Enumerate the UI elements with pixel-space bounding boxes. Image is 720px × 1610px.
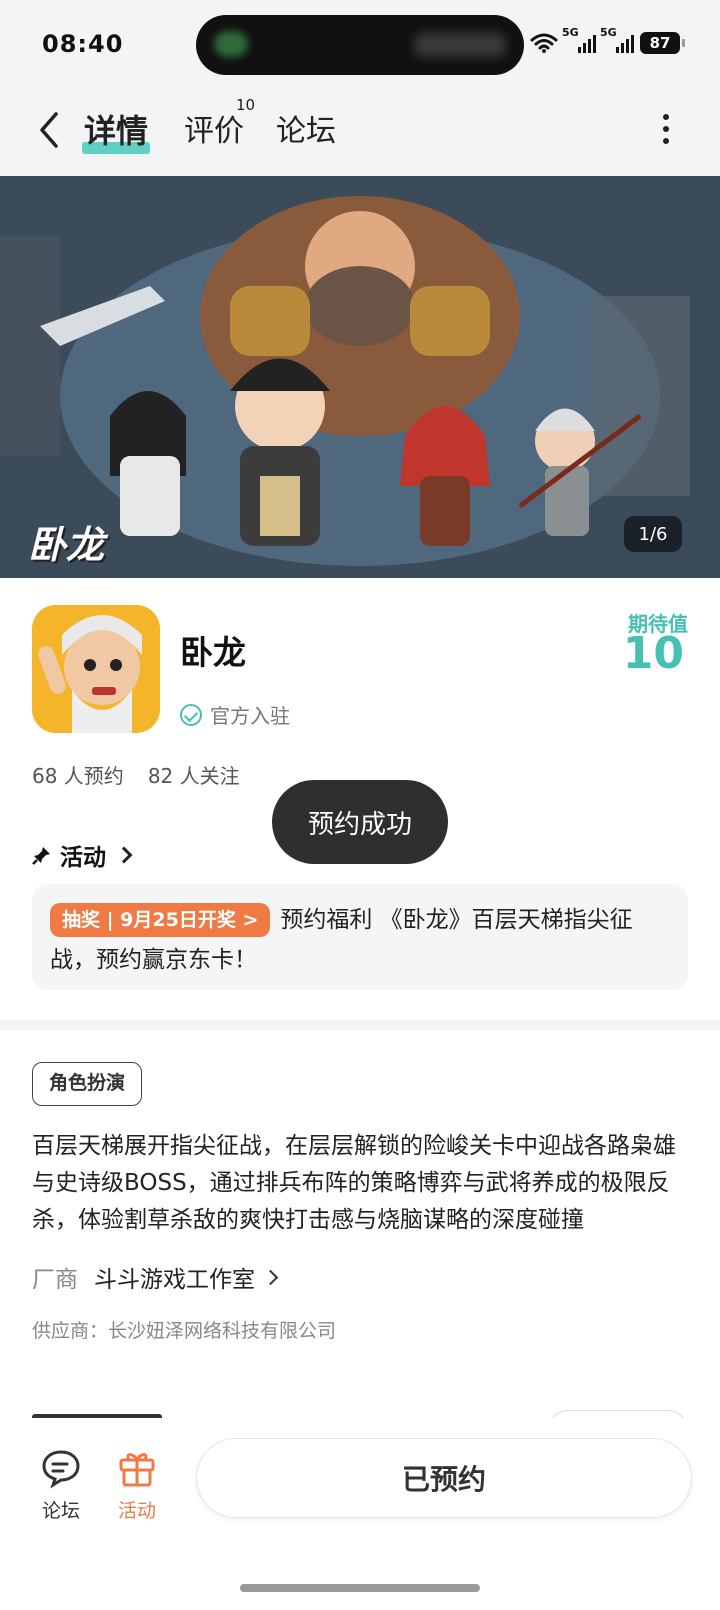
app-icon	[32, 605, 160, 733]
activity-section-header[interactable]: 活动	[32, 838, 133, 872]
reserved-button[interactable]: 已预约	[196, 1438, 692, 1518]
expectation-value: 10	[622, 628, 684, 679]
section-divider	[0, 1020, 720, 1030]
bottom-action-bar: 论坛 活动 已预约	[0, 1418, 720, 1610]
app-icon-art	[32, 605, 160, 733]
island-text	[414, 33, 506, 57]
game-detail-page: 08:40 5G 5G 87 详情 评价 10 论坛 卧龙 1/6 卧龙 官方入…	[0, 0, 720, 1610]
more-options-icon[interactable]	[662, 114, 670, 144]
hero-banner[interactable]: 卧龙 1/6	[0, 176, 720, 578]
lottery-badge: 抽奖 | 9月25日开奖 >	[50, 903, 271, 937]
vendor-row[interactable]: 厂商 斗斗游戏工作室	[32, 1260, 279, 1294]
forum-chat-icon	[42, 1450, 80, 1489]
tab-forum[interactable]: 论坛	[276, 106, 336, 150]
wifi-icon	[530, 33, 558, 53]
supplier-info: 供应商：长沙妞泽网络科技有限公司	[32, 1320, 337, 1342]
review-count: 10	[236, 96, 256, 114]
back-arrow-icon[interactable]	[34, 108, 64, 152]
cell-signal-1-icon: 5G	[562, 26, 596, 53]
gift-icon	[119, 1453, 155, 1487]
home-indicator[interactable]	[240, 1584, 480, 1592]
official-badge: 官方入驻	[180, 700, 290, 729]
pin-icon	[32, 847, 50, 865]
genre-tag[interactable]: 角色扮演	[32, 1062, 143, 1106]
battery-icon: 87	[640, 32, 685, 54]
status-bar: 08:40 5G 5G 87	[0, 0, 720, 88]
banner-artwork	[0, 176, 720, 578]
check-circle-icon	[180, 703, 202, 726]
reservation-count: 68 人预约	[32, 764, 124, 788]
island-app-icon	[214, 31, 248, 57]
bottom-forum-button[interactable]: 论坛	[26, 1446, 96, 1523]
banner-game-logo: 卧龙	[28, 522, 105, 567]
tab-reviews[interactable]: 评价 10	[184, 96, 255, 150]
follower-count: 82 人关注	[147, 764, 240, 788]
chevron-right-icon	[115, 846, 133, 864]
status-time: 08:40	[42, 30, 124, 58]
reservation-stats: 68 人预约 82 人关注	[32, 760, 240, 789]
dynamic-island	[196, 15, 524, 75]
vendor-label: 厂商	[32, 1267, 78, 1293]
activity-card[interactable]: 抽奖 | 9月25日开奖 > 预约福利 《卧龙》百层天梯指尖征战，预约赢京东卡！	[32, 884, 688, 990]
bottom-activity-button[interactable]: 活动	[102, 1446, 172, 1523]
top-nav: 详情 评价 10 论坛	[0, 88, 720, 176]
tab-detail[interactable]: 详情	[82, 106, 151, 154]
banner-page-counter: 1/6	[624, 516, 682, 552]
status-icons: 5G 5G 87	[530, 26, 685, 54]
app-name: 卧龙	[180, 633, 246, 672]
vendor-name: 斗斗游戏工作室	[94, 1267, 255, 1293]
game-description: 百层天梯展开指尖征战，在层层解锁的险峻关卡中迎战各路枭雄与史诗级BOSS，通过排…	[32, 1133, 676, 1233]
cell-signal-2-icon: 5G	[600, 26, 634, 53]
chevron-right-icon	[262, 1269, 279, 1285]
reservation-success-toast: 预约成功	[272, 780, 448, 864]
